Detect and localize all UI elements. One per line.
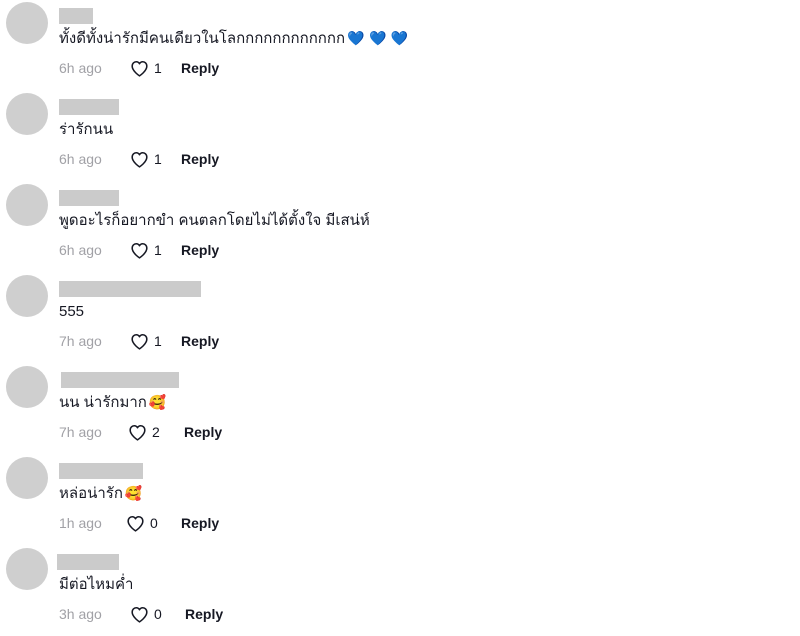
avatar[interactable] xyxy=(6,457,48,499)
avatar[interactable] xyxy=(6,184,48,226)
comment-timestamp: 3h ago xyxy=(59,606,102,622)
like-count: 0 xyxy=(150,515,158,531)
like-count: 1 xyxy=(154,333,162,349)
smiling-face-with-hearts-emoji: 🥰 xyxy=(148,395,167,411)
avatar[interactable] xyxy=(6,366,48,408)
like-count: 0 xyxy=(154,606,162,622)
username-redacted[interactable] xyxy=(59,281,201,297)
reply-button[interactable]: Reply xyxy=(185,605,223,623)
comment-list: ทั้งดีทั้งน่ารักมีคนเดียวในโลกกกกกกกกกกก… xyxy=(0,0,800,634)
comment-item: ทั้งดีทั้งน่ารักมีคนเดียวในโลกกกกกกกกกกก… xyxy=(0,0,800,90)
comment-text: นน น่ารักมาก 🥰 xyxy=(59,393,166,413)
like-count: 2 xyxy=(152,424,160,440)
like-count: 1 xyxy=(154,242,162,258)
avatar[interactable] xyxy=(6,93,48,135)
avatar[interactable] xyxy=(6,2,48,44)
smiling-face-with-hearts-emoji: 🥰 xyxy=(124,486,143,502)
username-redacted[interactable] xyxy=(59,463,143,479)
username-redacted[interactable] xyxy=(59,99,119,115)
username-redacted[interactable] xyxy=(57,554,119,570)
comment-body: นน น่ารักมาก xyxy=(59,394,147,411)
heart-outline-icon xyxy=(131,151,148,168)
heart-outline-icon xyxy=(131,60,148,77)
comment-item: นน น่ารักมาก 🥰 7h ago 2 Reply xyxy=(0,364,800,454)
comment-text: ร่ารักนน xyxy=(59,120,113,140)
comment-body: มีต่อไหมค่ำ xyxy=(59,576,134,593)
reply-button[interactable]: Reply xyxy=(181,332,219,350)
comment-text: มีต่อไหมค่ำ xyxy=(59,575,133,595)
username-redacted[interactable] xyxy=(59,8,93,24)
comment-body: ร่ารักนน xyxy=(59,121,114,138)
like-count: 1 xyxy=(154,151,162,167)
comment-body: 555 xyxy=(59,303,85,320)
reply-button[interactable]: Reply xyxy=(184,423,222,441)
like-button[interactable]: 1 xyxy=(130,330,162,352)
comment-timestamp: 6h ago xyxy=(59,60,102,76)
comment-timestamp: 6h ago xyxy=(59,242,102,258)
like-button[interactable]: 1 xyxy=(130,148,162,170)
comment-body: พูดอะไรก็อยากขำ คนตลกโดยไม่ได้ตั้งใจ มีเ… xyxy=(59,212,370,229)
comment-text: 555 xyxy=(59,302,84,322)
comment-body: ทั้งดีทั้งน่ารักมีคนเดียวในโลกกกกกกกกกกก… xyxy=(59,30,346,47)
reply-button[interactable]: Reply xyxy=(181,59,219,77)
comment-item: หล่อน่ารัก 🥰 1h ago 0 Reply xyxy=(0,455,800,545)
comment-text: หล่อน่ารัก 🥰 xyxy=(59,484,142,504)
like-button[interactable]: 0 xyxy=(130,603,162,625)
comment-timestamp: 1h ago xyxy=(59,515,102,531)
avatar[interactable] xyxy=(6,275,48,317)
like-count: 1 xyxy=(154,60,162,76)
reply-button[interactable]: Reply xyxy=(181,150,219,168)
comment-body: หล่อน่ารัก xyxy=(59,485,123,502)
comment-item: มีต่อไหมค่ำ 3h ago 0 Reply xyxy=(0,546,800,636)
heart-outline-icon xyxy=(129,424,146,441)
comment-item: พูดอะไรก็อยากขำ คนตลกโดยไม่ได้ตั้งใจ มีเ… xyxy=(0,182,800,272)
heart-outline-icon xyxy=(131,333,148,350)
like-button[interactable]: 1 xyxy=(130,57,162,79)
avatar[interactable] xyxy=(6,548,48,590)
heart-outline-icon xyxy=(131,242,148,259)
comment-text: ทั้งดีทั้งน่ารักมีคนเดียวในโลกกกกกกกกกกก… xyxy=(59,29,408,49)
reply-button[interactable]: Reply xyxy=(181,241,219,259)
comment-timestamp: 7h ago xyxy=(59,424,102,440)
comment-timestamp: 7h ago xyxy=(59,333,102,349)
username-redacted[interactable] xyxy=(61,372,179,388)
comment-item: 555 7h ago 1 Reply xyxy=(0,273,800,363)
comment-item: ร่ารักนน 6h ago 1 Reply xyxy=(0,91,800,181)
username-redacted[interactable] xyxy=(59,190,119,206)
like-button[interactable]: 1 xyxy=(130,239,162,261)
comment-text: พูดอะไรก็อยากขำ คนตลกโดยไม่ได้ตั้งใจ มีเ… xyxy=(59,211,370,231)
like-button[interactable]: 2 xyxy=(128,421,160,443)
comment-timestamp: 6h ago xyxy=(59,151,102,167)
reply-button[interactable]: Reply xyxy=(181,514,219,532)
blue-heart-emoji: 💙 💙 💙 xyxy=(347,31,409,47)
like-button[interactable]: 0 xyxy=(126,512,158,534)
heart-outline-icon xyxy=(131,606,148,623)
heart-outline-icon xyxy=(127,515,144,532)
